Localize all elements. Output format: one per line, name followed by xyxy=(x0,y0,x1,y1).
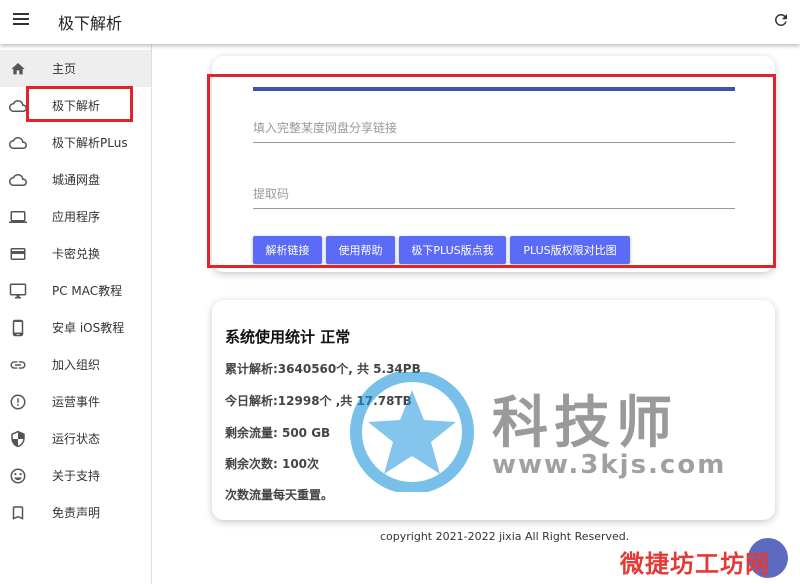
stat-reset: 次数流量每天重置。 xyxy=(225,488,334,502)
stat-traffic: 剩余流量: 500 GB xyxy=(225,426,331,440)
sidebar-item-label: 卡密兑换 xyxy=(52,247,101,261)
sidebar-item-label: 极下解析PLus xyxy=(52,136,128,150)
copyright-footer: copyright 2021-2022 jixia All Right Rese… xyxy=(380,530,630,543)
bookmark-icon xyxy=(8,503,28,523)
plus-version-button[interactable]: 极下PLUS版点我 xyxy=(399,236,506,264)
sidebar-item-ctfile[interactable]: 城通网盘 xyxy=(0,161,151,198)
app-bar: 极下解析 xyxy=(0,0,800,44)
help-button[interactable]: 使用帮助 xyxy=(326,236,395,264)
monitor-icon xyxy=(8,281,28,301)
sidebar-item-pc-mac[interactable]: PC MAC教程 xyxy=(0,272,151,309)
sidebar-item-events[interactable]: 运营事件 xyxy=(0,383,151,420)
main-content: 解析链接 使用帮助 极下PLUS版点我 PLUS版权限对比图 系统使用统计 正常… xyxy=(152,44,800,584)
sidebar-item-join[interactable]: 加入组织 xyxy=(0,346,151,383)
sidebar-item-label: PC MAC教程 xyxy=(52,284,123,298)
cloud-icon xyxy=(8,133,28,153)
shield-icon xyxy=(8,429,28,449)
parse-button[interactable]: 解析链接 xyxy=(253,236,322,264)
sidebar-item-label: 免责声明 xyxy=(52,506,101,520)
stats-title: 系统使用统计 正常 xyxy=(225,328,351,346)
smile-icon xyxy=(8,466,28,486)
stats-card: 系统使用统计 正常 累计解析:3640560个, 共 5.34PB 今日解析:1… xyxy=(212,300,775,520)
link-field[interactable] xyxy=(253,113,735,143)
sidebar-item-label: 城通网盘 xyxy=(52,173,101,187)
sidebar-item-status[interactable]: 运行状态 xyxy=(0,420,151,457)
stat-today: 今日解析:12998个 ,共 17.78TB xyxy=(225,394,412,408)
stat-count: 剩余次数: 100次 xyxy=(225,457,320,471)
cloud-icon xyxy=(8,170,28,190)
sidebar-item-redeem[interactable]: 卡密兑换 xyxy=(0,235,151,272)
cloud-icon xyxy=(8,96,28,116)
menu-icon[interactable] xyxy=(13,13,29,27)
progress-bar xyxy=(253,87,735,91)
watermark-bottom-text: 微捷坊工坊网 xyxy=(620,550,770,578)
sidebar-item-label: 安卓 iOS教程 xyxy=(52,321,125,335)
code-input[interactable] xyxy=(253,179,735,208)
home-icon xyxy=(8,59,28,79)
sidebar-item-jixia-plus[interactable]: 极下解析PLus xyxy=(0,124,151,161)
sidebar-item-label: 关于支持 xyxy=(52,469,101,483)
sidebar-item-android-ios[interactable]: 安卓 iOS教程 xyxy=(0,309,151,346)
link-icon xyxy=(8,355,28,375)
sidebar-item-label: 运营事件 xyxy=(52,395,101,409)
sidebar-item-label: 加入组织 xyxy=(52,358,101,372)
link-input[interactable] xyxy=(253,113,735,142)
sidebar-item-support[interactable]: 关于支持 xyxy=(0,457,151,494)
sidebar: 主页 极下解析 极下解析PLus 城通网盘 应用程序 卡密兑换 PC MAC教程… xyxy=(0,44,152,584)
card-icon xyxy=(8,244,28,264)
sidebar-item-apps[interactable]: 应用程序 xyxy=(0,198,151,235)
sidebar-item-label: 主页 xyxy=(52,62,77,76)
phone-icon xyxy=(8,318,28,338)
sidebar-item-disclaimer[interactable]: 免责声明 xyxy=(0,494,151,531)
sidebar-item-label: 应用程序 xyxy=(52,210,101,224)
compare-chart-button[interactable]: PLUS版权限对比图 xyxy=(510,236,630,264)
alert-icon xyxy=(8,392,28,412)
sidebar-item-home[interactable]: 主页 xyxy=(0,50,151,87)
sidebar-item-jixia[interactable]: 极下解析 xyxy=(0,87,151,124)
parse-card: 解析链接 使用帮助 极下PLUS版点我 PLUS版权限对比图 xyxy=(212,56,775,272)
laptop-icon xyxy=(8,207,28,227)
sidebar-item-label: 运行状态 xyxy=(52,432,101,446)
app-title: 极下解析 xyxy=(58,14,123,33)
refresh-icon[interactable] xyxy=(772,11,790,29)
stat-total: 累计解析:3640560个, 共 5.34PB xyxy=(225,362,421,376)
code-field[interactable] xyxy=(253,179,735,209)
sidebar-item-label: 极下解析 xyxy=(52,99,101,113)
